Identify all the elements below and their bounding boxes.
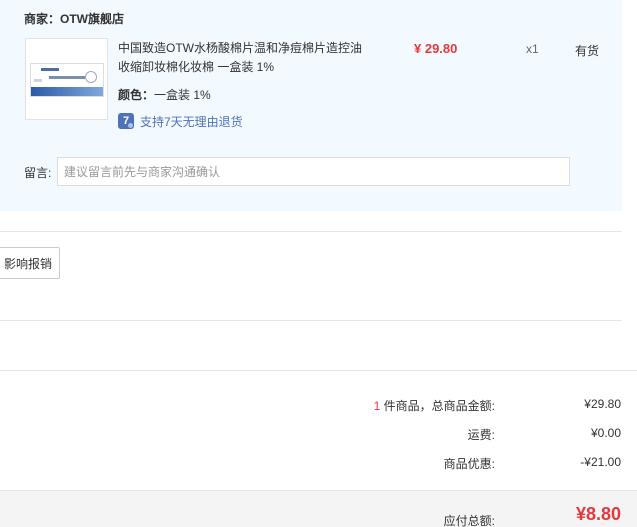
payable-total-bar: 应付总额: ¥8.80 [0,490,637,527]
product-package-image [30,63,104,97]
section-divider [0,231,622,232]
seven-day-return-icon: 7 [118,113,134,129]
package-tag [34,79,42,82]
goods-total-label-text: 件商品，总商品金额: [380,399,495,413]
shipping-value: ¥0.00 [590,426,621,440]
merchant-title: 商家：OTW旗舰店 [24,10,124,27]
merchant-label: 商家： [24,12,61,26]
product-quantity: x1 [526,42,539,56]
goods-total-value: ¥29.80 [584,397,621,411]
product-color-value: 一盒装 1% [154,88,211,102]
order-checkout-page: 商家：OTW旗舰店 中国致造OTW水杨酸棉片温和净痘棉片造控油收缩卸妆棉化妆棉 … [0,0,637,527]
product-color: 颜色：一盒装 1% [118,86,211,103]
product-name-link[interactable]: 中国致造OTW水杨酸棉片温和净痘棉片造控油收缩卸妆棉化妆棉 一盒装 1% [118,39,368,77]
product-thumbnail[interactable] [25,38,108,120]
package-brand-mark [41,68,59,71]
stock-status: 有货 [575,44,600,58]
package-band [31,87,103,96]
section-divider [0,370,637,371]
payable-label: 应付总额: [443,514,495,527]
return-policy[interactable]: 7 支持7天无理由退货 [118,112,243,130]
product-price: ¥ 29.80 [414,41,458,56]
package-title-mark [49,76,85,79]
remark-label: 留言: [24,166,52,180]
return-policy-text[interactable]: 支持7天无理由退货 [140,113,243,130]
goods-total-label: 1 件商品，总商品金额: [374,397,495,414]
payable-value: ¥8.80 [575,504,621,524]
shop-name[interactable]: OTW旗舰店 [60,12,124,26]
invoice-button[interactable]: 影响报销 [0,247,60,279]
discount-label: 商品优惠: [443,457,495,471]
remark-input[interactable] [57,157,570,186]
merchant-order-block: 商家：OTW旗舰店 中国致造OTW水杨酸棉片温和净痘棉片造控油收缩卸妆棉化妆棉 … [0,0,622,211]
package-badge-icon [85,71,97,83]
section-divider [0,320,622,321]
discount-value: -¥21.00 [580,455,621,469]
product-color-label: 颜色： [118,88,155,102]
shipping-label: 运费: [467,428,495,442]
